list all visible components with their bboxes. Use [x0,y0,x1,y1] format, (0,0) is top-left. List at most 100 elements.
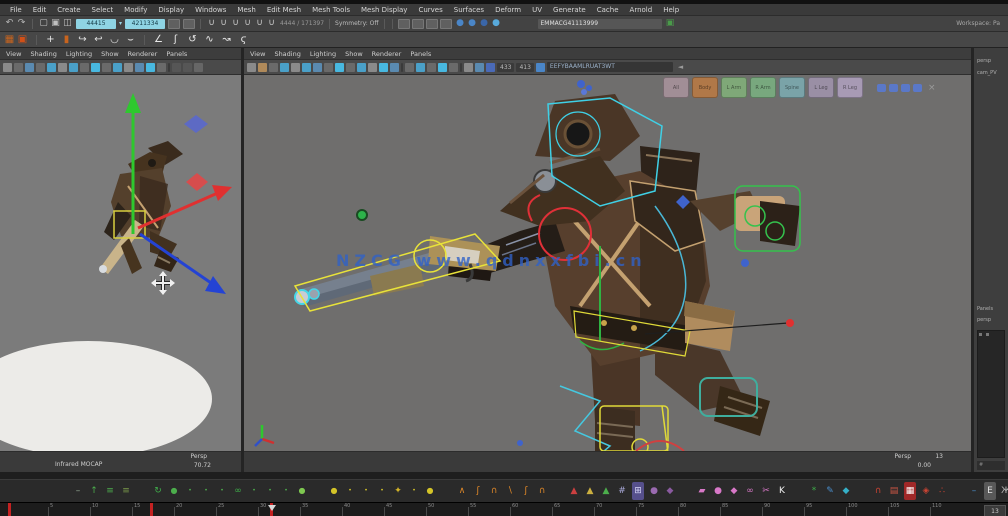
arch-icon[interactable]: ∩ [872,482,884,500]
viewport-toolbar-icon[interactable] [486,63,495,72]
picker-spine[interactable]: Spine [779,77,805,98]
curve-arc-icon[interactable]: ∩ [488,482,500,500]
loop-icon[interactable]: ∞ [232,482,244,500]
curve-cv-icon[interactable]: ↪ [77,33,88,46]
viewport-toolbar-icon[interactable] [313,63,322,72]
viewport-toolbar-icon[interactable] [427,63,436,72]
red-tool-icon[interactable]: ◈ [920,482,932,500]
pen-icon[interactable]: ✎ [824,482,836,500]
snap-projected-icon[interactable]: ∪ [242,17,253,30]
axis-yellow-icon[interactable]: ▲ [584,482,596,500]
s-curve-icon[interactable]: ʃ [170,33,181,46]
side-panel-section-label[interactable]: persp [977,317,991,323]
k-pose-icon[interactable]: K [776,482,788,500]
angle-curve-icon[interactable]: ∠ [153,33,164,46]
key-dot-yellow-icon[interactable]: • [344,482,356,500]
menu-item[interactable]: Surfaces [454,6,484,14]
panel-menu-item[interactable]: Lighting [310,50,336,58]
key-dot-icon[interactable]: ● [168,482,180,500]
right-viewport-canvas[interactable]: NZCG www.qdnxxfbi.cn AllBodyL ArmR ArmSp… [244,75,971,451]
picker-mini-icon[interactable] [877,84,886,92]
snap-live-icon[interactable]: ∪ [266,17,277,30]
key-dot-icon[interactable]: • [184,482,196,500]
collapse-icon[interactable]: – [72,482,84,500]
key-dot-icon[interactable]: • [248,482,260,500]
curve-linear-icon[interactable]: ∖ [504,482,516,500]
curve-bell-icon[interactable]: ∩ [536,482,548,500]
menu-item[interactable]: Cache [597,6,619,14]
picker-close-icon[interactable]: × [928,83,936,93]
star-key-icon[interactable]: ✦ [392,482,404,500]
viewport-toolbar-icon[interactable] [335,63,344,72]
select-component-icon[interactable]: ◫ [62,17,73,30]
panel-menu-item[interactable]: Shading [30,50,56,58]
light-editor-icon[interactable]: ● [491,17,502,30]
panel-menu-item[interactable]: View [6,50,21,58]
picker-l-arm[interactable]: L Arm [721,77,747,98]
viewport-toolbar-icon[interactable] [80,63,89,72]
viewport-toolbar-icon[interactable] [172,63,181,72]
viewport-search-field[interactable]: EEFYBAAMLRUAT3WT [547,62,673,72]
snap-point-icon[interactable]: ∪ [230,17,241,30]
key-dot-icon[interactable]: ● [296,482,308,500]
viewport-toolbar-icon[interactable] [302,63,311,72]
viewport-toolbar-icon[interactable] [25,63,34,72]
key-dot-icon[interactable]: • [264,482,276,500]
key-dot-icon[interactable]: • [216,482,228,500]
panel-menu-item[interactable]: Renderer [372,50,402,58]
shelf-tab-poly[interactable]: ▦ [4,33,15,46]
picker-body[interactable]: Body [692,77,718,98]
key-dot-yellow-icon[interactable]: ● [424,482,436,500]
viewport-toolbar-icon[interactable] [102,63,111,72]
key-dot-yellow-icon[interactable]: • [408,482,420,500]
viewport-toolbar-icon[interactable] [69,63,78,72]
sine-curve-icon[interactable]: ∿ [204,33,215,46]
viewport-toolbar-icon[interactable] [36,63,45,72]
viewport-toolbar-icon[interactable] [291,63,300,72]
panel-red-selected-icon[interactable]: ▦ [904,482,916,500]
move-tool-icon[interactable]: + [45,33,56,46]
picker-r-arm[interactable]: R Arm [750,77,776,98]
sparkle-icon[interactable]: Ж [1000,482,1008,500]
ground-disc[interactable] [0,341,212,451]
menu-item[interactable]: Modify [124,6,147,14]
viewport-toolbar-icon[interactable] [3,63,12,72]
select-hierarchy-icon[interactable]: ▢ [38,17,49,30]
ipr-render-button[interactable] [412,19,424,29]
clip-far-field[interactable]: 413 [516,63,533,72]
pink-scissors-icon[interactable]: ✂ [760,482,772,500]
shelf-bar-icon[interactable]: ▮ [61,33,72,46]
snap-view-plane-icon[interactable]: ∪ [254,17,265,30]
viewport-toolbar-icon[interactable] [324,63,333,72]
menu-item[interactable]: Edit [33,6,47,14]
picker-mini-icon[interactable] [889,84,898,92]
viewport-toolbar-icon[interactable] [269,63,278,72]
viewport-toolbar-icon[interactable] [368,63,377,72]
curve-s2-icon[interactable]: ʃ [520,482,532,500]
autokey-refresh-icon[interactable]: ↻ [152,482,164,500]
key-dot-yellow-icon[interactable]: • [360,482,372,500]
smile-curve-icon[interactable]: ⌣ [125,33,136,46]
select-object-icon[interactable]: ▣ [50,17,61,30]
cursor-grid-icon[interactable]: # [616,482,628,500]
pink-diamond-icon[interactable]: ◆ [728,482,740,500]
viewport-toolbar-icon[interactable] [258,63,267,72]
viewport-toolbar-icon[interactable] [183,63,192,72]
snap-grid-icon[interactable]: ∪ [206,17,217,30]
curve-s-icon[interactable]: ʃ [472,482,484,500]
curve-ease-icon[interactable]: ∧ [456,482,468,500]
gizmo-y-arrowhead[interactable] [125,93,141,113]
key-dot-yellow-icon[interactable]: • [376,482,388,500]
gizmo-plane-x[interactable] [186,173,208,191]
viewport-toolbar-icon[interactable] [438,63,447,72]
viewport-toolbar-icon[interactable] [58,63,67,72]
panel-menu-item[interactable]: Show [101,50,119,58]
panel-menu-item[interactable]: Renderer [128,50,158,58]
menu-item[interactable]: Edit Mesh [267,6,301,14]
viewport-toolbar-icon[interactable] [157,63,166,72]
panel-menu-item[interactable]: Panels [410,50,431,58]
viewport-toolbar-icon[interactable] [390,63,399,72]
chevron-down-icon[interactable]: ▾ [119,20,122,27]
snap-curve-icon[interactable]: ∪ [218,17,229,30]
panel-menu-item[interactable]: Show [345,50,363,58]
